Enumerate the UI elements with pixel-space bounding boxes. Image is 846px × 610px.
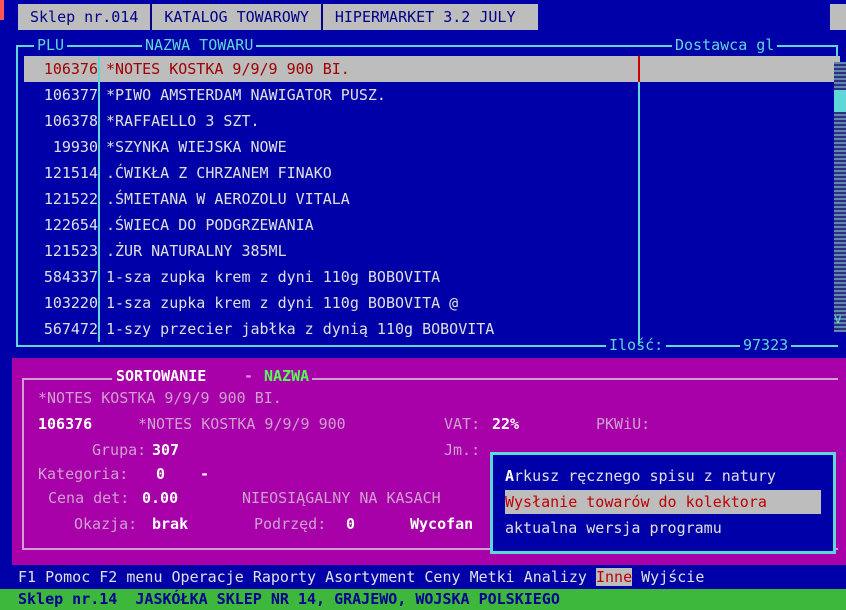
vat-value: 22% bbox=[492, 415, 520, 433]
price-label: Cena det: bbox=[48, 489, 130, 507]
row-name: .ŚMIETANA W AEROZOLU VITALA bbox=[106, 190, 350, 208]
menubar-item[interactable]: Inne bbox=[596, 568, 633, 586]
category-label: Kategoria: bbox=[38, 465, 129, 483]
table-row[interactable]: 584337 1-sza zupka krem z dyni 110g BOBOV… bbox=[24, 264, 842, 290]
menu-item-label: rkusz ręcznego spisu z natury bbox=[514, 467, 776, 485]
row-plu: 121523 bbox=[43, 242, 98, 260]
unit-label: Jm.: bbox=[444, 441, 481, 459]
menu-item-label: aktualna wersja programu bbox=[505, 519, 722, 537]
inne-popup-menu: Arkusz ręcznego spisu z natury Wysłanie … bbox=[490, 452, 836, 554]
tabs: Sklep nr.014 KATALOG TOWAROWY HIPERMARKE… bbox=[18, 4, 538, 30]
menubar-item[interactable]: Metki bbox=[470, 568, 515, 586]
occasion-value: brak bbox=[152, 515, 189, 533]
table-row[interactable]: 122654 .ŚWIECA DO PODGRZEWANIA bbox=[24, 212, 842, 238]
row-plu: 106376 bbox=[43, 60, 98, 78]
table-row[interactable]: 106377 *PIWO AMSTERDAM NAWIGATOR PUSZ. bbox=[24, 82, 842, 108]
status-bar: Sklep nr.14 JASKÓŁKA SKLEP NR 14, GRAJEW… bbox=[0, 589, 846, 610]
menubar-item[interactable]: F1 Pomoc bbox=[18, 568, 90, 586]
row-plu: 106378 bbox=[43, 112, 98, 130]
function-menu-bar: F1 Pomoc F2 menu Operacje Raporty Asorty… bbox=[0, 565, 846, 589]
row-plu: 121522 bbox=[43, 190, 98, 208]
product-shortname: *NOTES KOSTKA 9/9/9 900 bbox=[138, 415, 346, 433]
group-label: Grupa: bbox=[92, 441, 147, 459]
sort-dash: - bbox=[244, 367, 254, 385]
menubar-item[interactable]: Operacje bbox=[172, 568, 244, 586]
menu-item-send-to-collector[interactable]: Wysłanie towarów do kolektora bbox=[505, 490, 821, 514]
table-row[interactable]: 567472 1-szy przecier jabłka z dynią 110g… bbox=[24, 316, 842, 342]
row-name: .ŚWIECA DO PODGRZEWANIA bbox=[106, 216, 314, 234]
category-dash: - bbox=[200, 465, 210, 483]
row-plu: 103220 bbox=[43, 294, 98, 312]
row-name: *NOTES KOSTKA 9/9/9 900 BI. bbox=[106, 60, 350, 78]
column-separator bbox=[98, 56, 100, 342]
sort-value: NAZWA bbox=[264, 367, 310, 385]
row-plu: 567472 bbox=[43, 320, 98, 338]
menu-item-program-version[interactable]: aktualna wersja programu bbox=[505, 516, 722, 540]
row-plu: 19930 bbox=[52, 138, 98, 156]
row-name: 1-sza zupka krem z dyni 110g BOBOVITA bbox=[106, 268, 441, 286]
sort-label: SORTOWANIE bbox=[116, 367, 207, 385]
menubar-item[interactable]: Asortyment bbox=[325, 568, 415, 586]
top-tab-bar: Sklep nr.014 KATALOG TOWAROWY HIPERMARKE… bbox=[0, 0, 846, 32]
header-plu: PLU bbox=[34, 36, 68, 54]
tab-shop[interactable]: Sklep nr.014 bbox=[18, 4, 153, 30]
product-plu: 106376 bbox=[38, 415, 93, 433]
subordinate-value: 0 bbox=[346, 515, 356, 533]
table-row[interactable]: 106376 *NOTES KOSTKA 9/9/9 900 BI. bbox=[24, 56, 840, 82]
row-name: 1-szy przecier jabłka z dynią 110g BOBOV… bbox=[106, 320, 495, 338]
table-row[interactable]: 106378 *RAFFAELLO 3 SZT. bbox=[24, 108, 842, 134]
row-name: .ŻUR NATURALNY 385ML bbox=[106, 242, 287, 260]
subordinate-label: Podrzęd: bbox=[254, 515, 327, 533]
category-value: 0 bbox=[156, 465, 166, 483]
row-plu: 106377 bbox=[43, 86, 98, 104]
row-plu: 122654 bbox=[43, 216, 98, 234]
menubar-item[interactable]: Wyjście bbox=[641, 568, 704, 586]
left-marker bbox=[0, 0, 4, 20]
menubar-item[interactable]: Raporty bbox=[253, 568, 316, 586]
table-row[interactable]: 19930 *SZYNKA WIEJSKA NOWE bbox=[24, 134, 842, 160]
table-row[interactable]: 121523 .ŻUR NATURALNY 385ML bbox=[24, 238, 842, 264]
withdrawn-label: Wycofan bbox=[410, 515, 474, 533]
price-value: 0.00 bbox=[142, 489, 179, 507]
tab-version[interactable]: HIPERMARKET 3.2 JULY bbox=[323, 4, 538, 30]
tab-catalog[interactable]: KATALOG TOWAROWY bbox=[152, 4, 323, 30]
vat-label: VAT: bbox=[444, 415, 481, 433]
menu-item-label: Wysłanie towarów do kolektora bbox=[505, 493, 767, 511]
scroll-down-glyph[interactable]: v bbox=[834, 312, 842, 327]
row-plu: 584337 bbox=[43, 268, 98, 286]
row-name: 1-sza zupka krem z dyni 110g BOBOVITA @ bbox=[106, 294, 459, 312]
row-name: *SZYNKA WIEJSKA NOWE bbox=[106, 138, 287, 156]
header-name: NAZWA TOWARU bbox=[142, 36, 257, 54]
table-row[interactable]: 103220 1-sza zupka krem z dyni 110g BOBOV… bbox=[24, 290, 842, 316]
row-name: *PIWO AMSTERDAM NAWIGATOR PUSZ. bbox=[106, 86, 386, 104]
hotkey: A bbox=[505, 467, 515, 485]
row-name: .ĆWIKŁA Z CHRZANEM FINAKO bbox=[106, 164, 332, 182]
menubar-item[interactable]: F2 menu bbox=[99, 568, 162, 586]
menu-item-manual-inventory[interactable]: Arkusz ręcznego spisu z natury bbox=[505, 464, 776, 488]
row-plu: 121514 bbox=[43, 164, 98, 182]
top-indicator bbox=[830, 4, 846, 30]
table-row[interactable]: 121514 .ĆWIKŁA Z CHRZANEM FINAKO bbox=[24, 160, 842, 186]
menubar-item[interactable]: Analizy bbox=[524, 568, 587, 586]
pkwiu-label: PKWiU: bbox=[596, 415, 651, 433]
selection-marker bbox=[638, 56, 640, 82]
table-row[interactable]: 121522 .ŚMIETANA W AEROZOLU VITALA bbox=[24, 186, 842, 212]
header-supplier: Dostawca gl bbox=[672, 36, 778, 54]
column-separator-supplier bbox=[638, 56, 640, 344]
menubar-item[interactable]: Ceny bbox=[424, 568, 460, 586]
scrollbar-thumb[interactable] bbox=[834, 90, 846, 112]
occasion-label: Okazja: bbox=[74, 515, 138, 533]
row-name: *RAFFAELLO 3 SZT. bbox=[106, 112, 260, 130]
unavailable-note: NIEOSIĄGALNY NA KASACH bbox=[242, 489, 441, 507]
product-fullname: *NOTES KOSTKA 9/9/9 900 BI. bbox=[38, 389, 282, 407]
group-value: 307 bbox=[152, 441, 180, 459]
